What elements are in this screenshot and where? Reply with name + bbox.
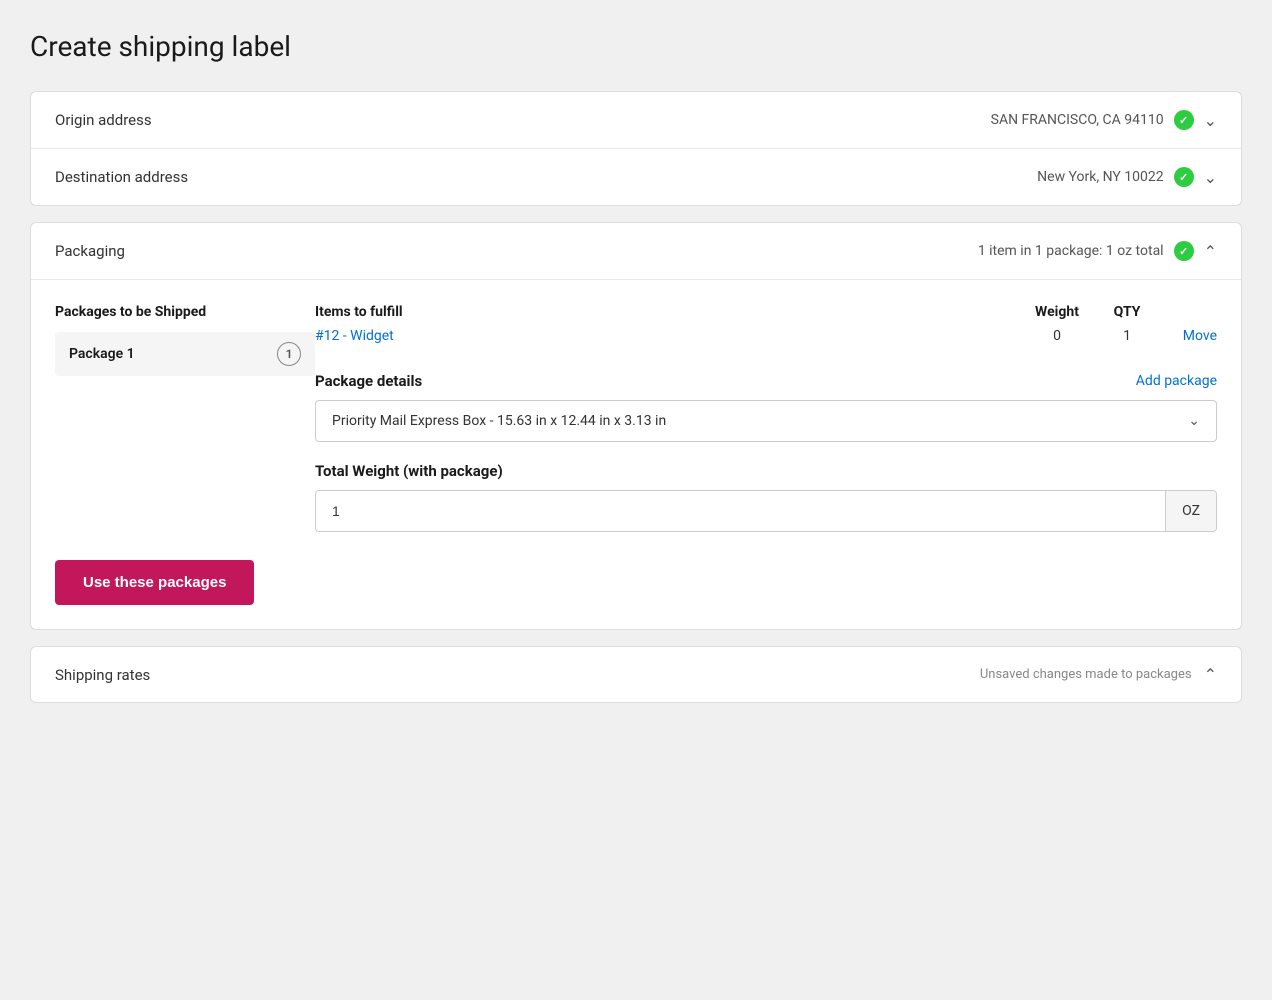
packaging-body: Packages to be Shipped Package 1 1 Items… [31, 280, 1241, 629]
items-col-weight-header: Weight [1017, 304, 1097, 320]
package-details-header: Package details Add package [315, 372, 1217, 390]
shipping-rates-label: Shipping rates [55, 666, 150, 684]
packages-column: Packages to be Shipped Package 1 1 [55, 304, 315, 532]
shipping-rates-card: Shipping rates Unsaved changes made to p… [30, 646, 1242, 703]
item-weight: 0 [1017, 328, 1097, 344]
package-1-label: Package 1 [69, 346, 135, 362]
weight-unit-label: OZ [1165, 491, 1216, 531]
packaging-check-icon [1174, 241, 1194, 261]
shipping-rates-chevron-up-icon[interactable]: ⌃ [1204, 665, 1217, 684]
destination-address-label: Destination address [55, 168, 188, 186]
destination-address-value: New York, NY 10022 [1037, 169, 1163, 185]
total-weight-label: Total Weight (with package) [315, 462, 1217, 480]
use-packages-button[interactable]: Use these packages [55, 560, 254, 605]
origin-address-value: SAN FRANCISCO, CA 94110 [991, 112, 1164, 128]
unsaved-changes-text: Unsaved changes made to packages [980, 667, 1192, 682]
destination-check-icon [1174, 167, 1194, 187]
page-title: Create shipping label [30, 30, 1242, 63]
destination-address-row[interactable]: Destination address New York, NY 10022 ⌄ [31, 149, 1241, 205]
item-qty: 1 [1097, 328, 1157, 344]
package-1-item[interactable]: Package 1 1 [55, 332, 315, 376]
shipping-rates-header[interactable]: Shipping rates Unsaved changes made to p… [31, 647, 1241, 702]
items-column: Items to fulfill Weight QTY #12 - Widget… [315, 304, 1217, 532]
package-details-section: Package details Add package Priority Mai… [315, 372, 1217, 442]
items-table-header: Items to fulfill Weight QTY [315, 304, 1217, 320]
origin-address-label: Origin address [55, 111, 152, 129]
weight-input[interactable] [316, 491, 1165, 531]
item-row: #12 - Widget 0 1 Move [315, 328, 1217, 344]
items-col-qty-header: QTY [1097, 304, 1157, 320]
packaging-card: Packaging 1 item in 1 package: 1 oz tota… [30, 222, 1242, 630]
add-package-button[interactable]: Add package [1136, 373, 1217, 389]
packages-column-header: Packages to be Shipped [55, 304, 315, 320]
origin-check-icon [1174, 110, 1194, 130]
package-details-label: Package details [315, 372, 422, 390]
weight-input-wrapper: OZ [315, 490, 1217, 532]
package-select[interactable]: Priority Mail Express Box - 15.63 in x 1… [315, 400, 1217, 442]
package-1-badge: 1 [277, 342, 301, 366]
packaging-chevron-up-icon[interactable]: ⌃ [1204, 242, 1217, 261]
item-link[interactable]: #12 - Widget [315, 328, 1017, 344]
items-col-name-header: Items to fulfill [315, 304, 1017, 320]
total-weight-section: Total Weight (with package) OZ [315, 462, 1217, 532]
package-select-display[interactable]: Priority Mail Express Box - 15.63 in x 1… [316, 401, 1216, 441]
packaging-label: Packaging [55, 242, 125, 260]
destination-chevron-down-icon[interactable]: ⌄ [1204, 168, 1217, 187]
packaging-summary: 1 item in 1 package: 1 oz total [978, 243, 1164, 259]
item-move-button[interactable]: Move [1157, 328, 1217, 344]
package-select-chevron-icon: ⌄ [1188, 413, 1200, 429]
origin-address-row[interactable]: Origin address SAN FRANCISCO, CA 94110 ⌄ [31, 92, 1241, 149]
package-select-value: Priority Mail Express Box - 15.63 in x 1… [332, 413, 666, 429]
packaging-header[interactable]: Packaging 1 item in 1 package: 1 oz tota… [31, 223, 1241, 280]
origin-chevron-down-icon[interactable]: ⌄ [1204, 111, 1217, 130]
